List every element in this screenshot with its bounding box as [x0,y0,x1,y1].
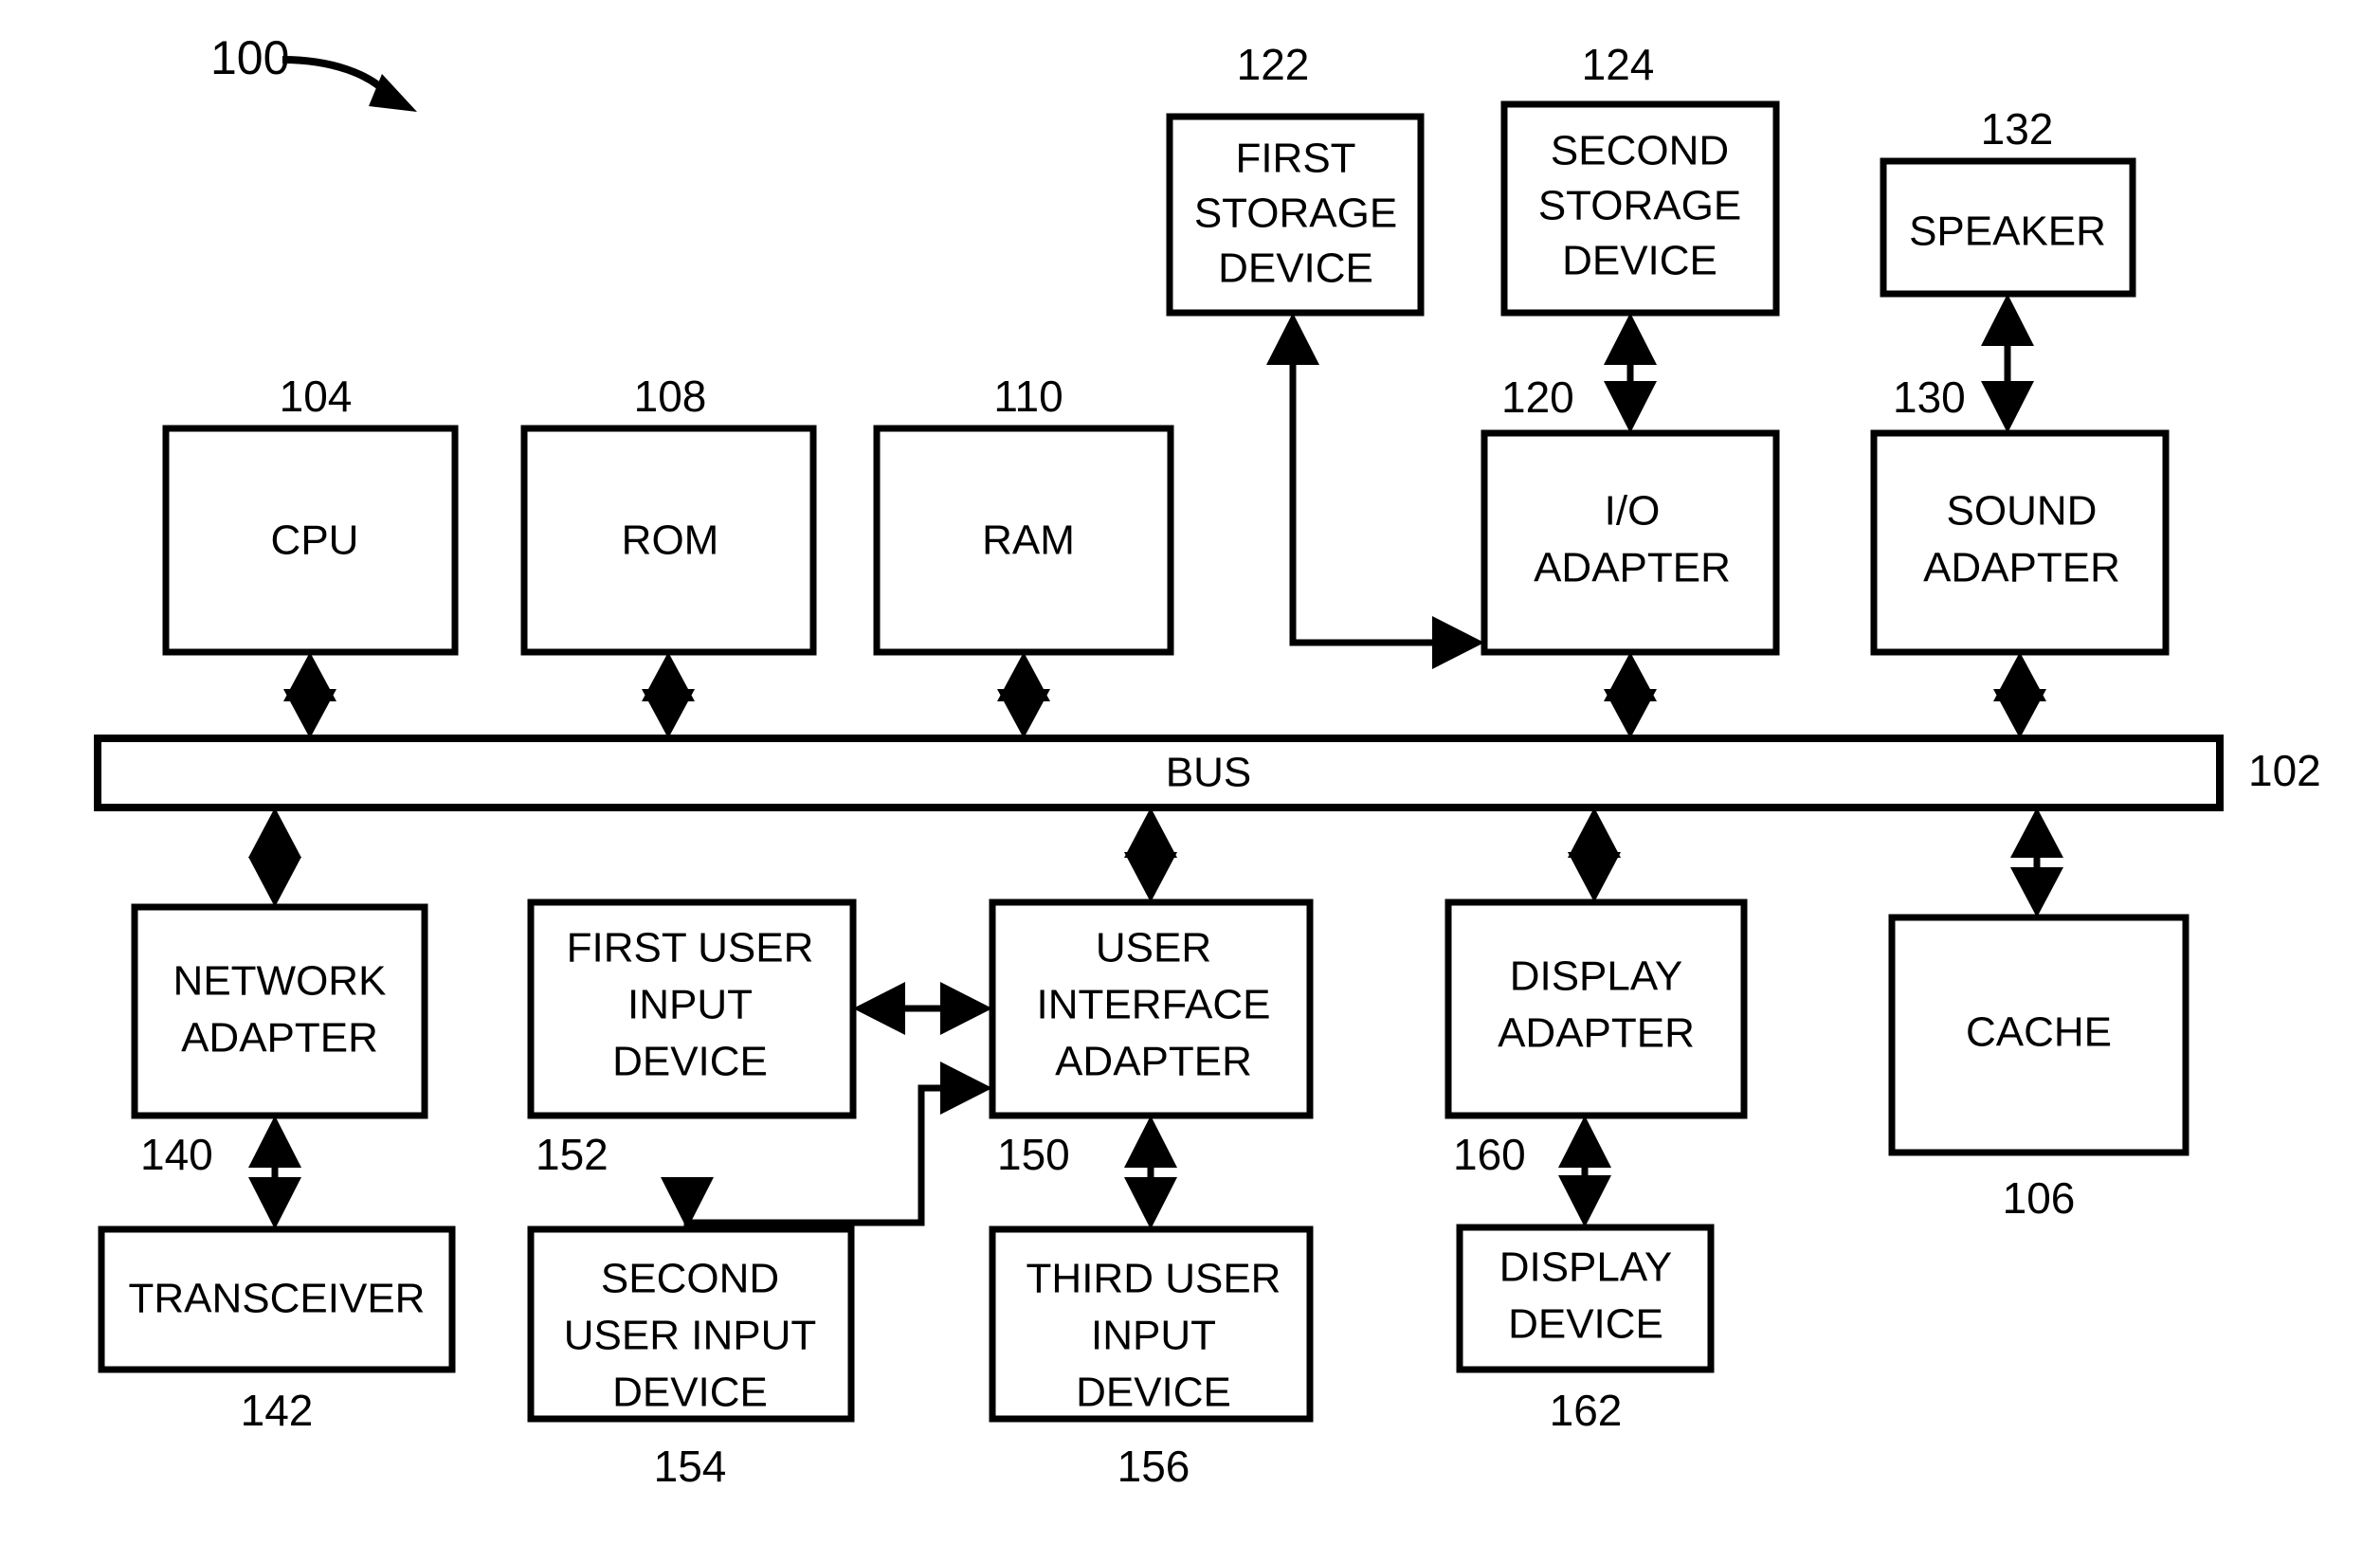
connector-network-adapter-to-transceiver [248,1116,301,1229]
reference-numeral-140: 140 [140,1130,213,1179]
label-network-adapter-line1: NETWORK [173,958,387,1005]
label-first-storage-device-line1: FIRST [1235,136,1355,182]
label-transceiver: TRANSCEIVER [129,1276,426,1322]
reference-numeral-154: 154 [654,1442,727,1491]
label-second-user-input-line2: USER INPUT [564,1313,816,1359]
label-third-user-input-line1: THIRD USER [1026,1256,1281,1302]
connector-ram-to-bus [997,652,1050,738]
label-first-user-input-line2: INPUT [627,982,753,1028]
reference-numeral-132: 132 [1981,104,2054,154]
reference-numeral-124: 124 [1582,40,1655,89]
block-io-adapter [1481,429,1780,656]
label-cache: CACHE [1966,1009,2112,1056]
figure-lead-curve [282,56,391,98]
reference-numeral-104: 104 [280,372,353,421]
label-display-device-line2: DEVICE [1508,1301,1663,1348]
connector-rom-to-bus [642,652,695,738]
connector-bus-to-cache [2010,808,2063,917]
label-display-device-line1: DISPLAY [1499,1244,1673,1291]
reference-numeral-100: 100 [210,31,289,84]
block-bus [94,735,2224,811]
label-io-adapter-line2: ADAPTER [1534,545,1731,591]
block-network-adapter [131,903,428,1119]
label-sound-adapter-line2: ADAPTER [1923,545,2120,591]
connector-display-adapter-to-display-device [1558,1116,1611,1227]
connector-bus-to-network-adapter [248,808,301,907]
connector-second-storage-to-io-adapter [1604,313,1657,433]
connector-first-user-input-to-ui-adapter [853,982,992,1035]
block-display-adapter [1444,899,1748,1119]
reference-numeral-142: 142 [241,1386,314,1435]
connector-sound-adapter-to-bus [1993,652,2046,738]
reference-numeral-102: 102 [2248,746,2321,795]
label-second-user-input-line1: SECOND [601,1256,779,1302]
label-ui-adapter-line1: USER [1096,925,1211,971]
label-sound-adapter-line1: SOUND [1947,488,2098,535]
label-first-user-input-line1: FIRST USER [567,925,814,971]
label-bus: BUS [1166,750,1251,796]
connector-bus-to-display-adapter [1568,808,1621,902]
reference-numeral-150: 150 [997,1130,1070,1179]
label-third-user-input-line3: DEVICE [1076,1370,1231,1416]
label-second-storage-device-line1: SECOND [1551,128,1729,174]
label-display-adapter-line1: DISPLAY [1510,953,1683,1000]
block-sound-adapter [1870,429,2170,656]
label-second-storage-device-line2: STORAGE [1538,183,1741,229]
connector-speaker-to-sound-adapter [1981,294,2034,433]
reference-numeral-162: 162 [1550,1386,1623,1435]
label-second-user-input-line3: DEVICE [612,1370,768,1416]
reference-numeral-110: 110 [993,372,1063,421]
reference-numeral-106: 106 [2003,1173,2076,1223]
label-ui-adapter-line2: INTERFACE [1037,982,1271,1028]
label-second-storage-device-line3: DEVICE [1562,238,1717,284]
figure-reference-100 [282,56,417,112]
label-ui-adapter-line3: ADAPTER [1055,1039,1252,1085]
label-display-adapter-line2: ADAPTER [1498,1010,1695,1057]
label-first-storage-device-line2: STORAGE [1194,191,1397,237]
reference-numeral-152: 152 [536,1130,609,1179]
label-network-adapter-line2: ADAPTER [181,1015,378,1062]
connector-ui-adapter-to-third-user-input [1124,1116,1177,1229]
reference-numeral-120: 120 [1501,372,1574,422]
diagram-canvas: FIRST STORAGE DEVICE SECOND STORAGE DEVI… [94,31,2321,1491]
reference-numeral-130: 130 [1893,372,1966,422]
label-first-storage-device-line3: DEVICE [1218,245,1373,292]
reference-numeral-108: 108 [634,372,707,421]
connector-cpu-to-bus [283,652,336,738]
label-speaker: SPEAKER [1909,209,2106,255]
label-io-adapter-line1: I/O [1605,488,1661,535]
label-ram: RAM [982,517,1075,564]
patent-block-diagram: FIRST STORAGE DEVICE SECOND STORAGE DEVI… [0,0,2380,1543]
connector-io-adapter-to-bus [1604,652,1657,738]
label-rom: ROM [622,517,719,564]
label-first-user-input-line3: DEVICE [612,1039,768,1085]
reference-numeral-160: 160 [1453,1130,1526,1179]
connector-first-storage-to-io-adapter [1266,313,1484,669]
reference-numeral-156: 156 [1117,1442,1190,1491]
label-third-user-input-line2: INPUT [1091,1313,1216,1359]
label-cpu: CPU [271,517,359,564]
reference-numeral-122: 122 [1237,40,1310,89]
connector-bus-to-user-interface-adapter [1124,808,1177,902]
